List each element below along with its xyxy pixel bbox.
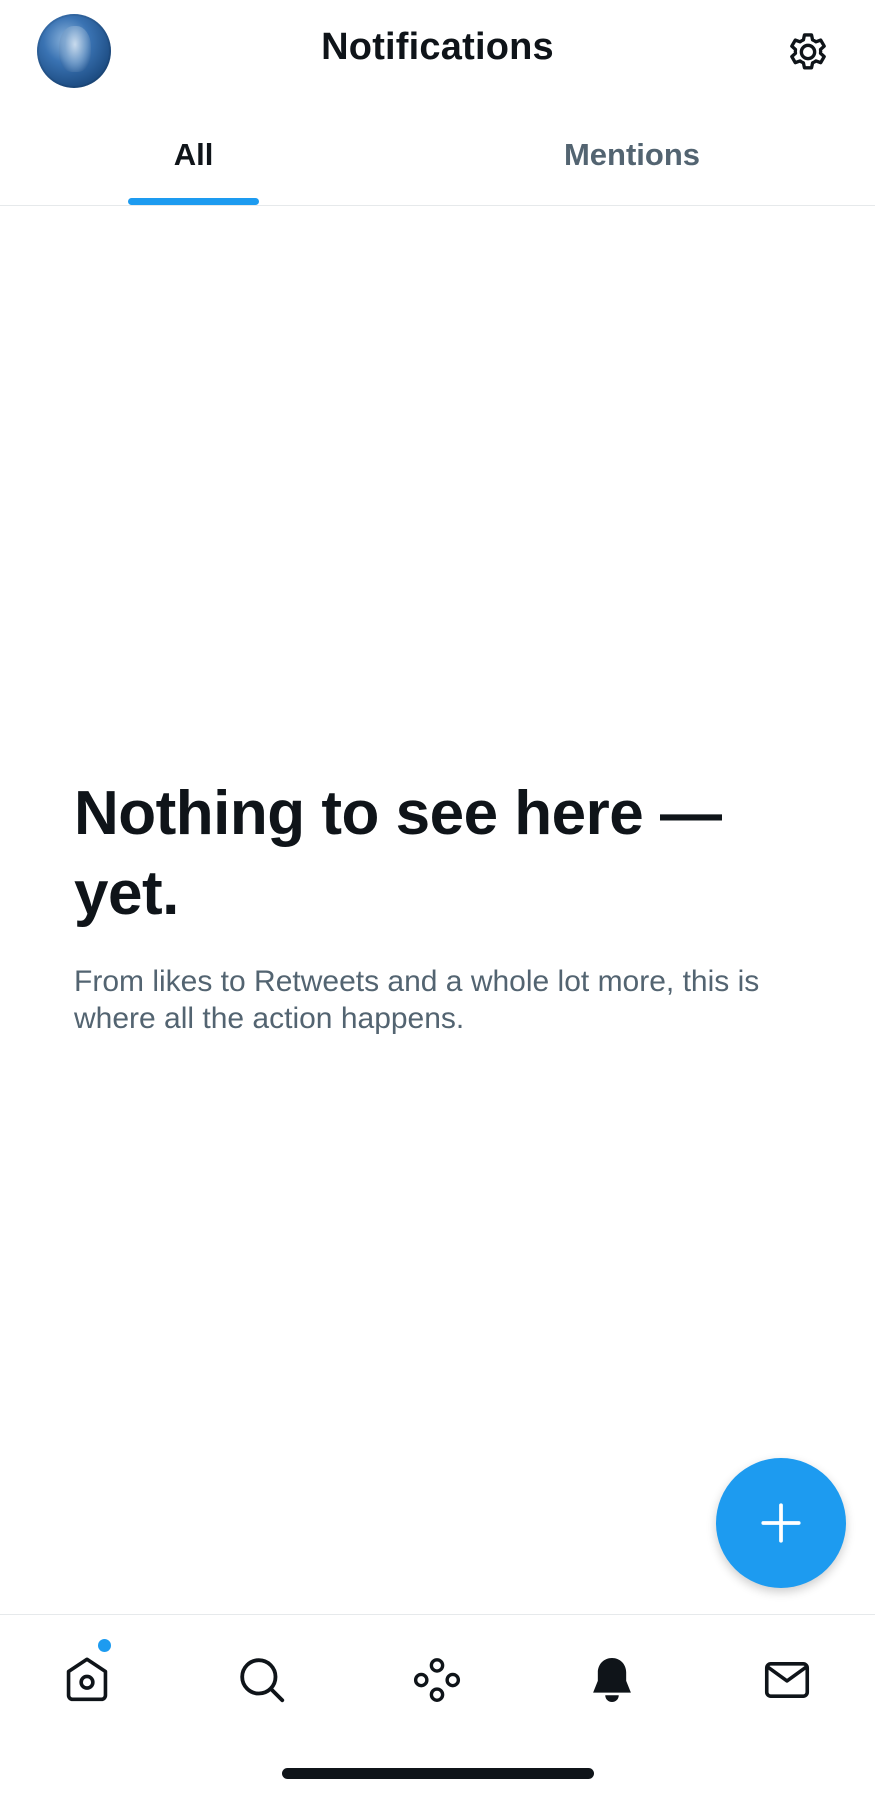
active-tab-indicator bbox=[128, 198, 259, 205]
empty-state-heading: Nothing to see here — yet. bbox=[74, 779, 722, 928]
nav-home[interactable] bbox=[52, 1645, 122, 1715]
search-icon bbox=[240, 1658, 285, 1703]
tab-mentions[interactable]: Mentions bbox=[437, 105, 827, 205]
plus-icon bbox=[761, 1503, 801, 1543]
compose-button[interactable] bbox=[716, 1458, 846, 1588]
bell-icon bbox=[593, 1657, 631, 1703]
mail-icon bbox=[764, 1662, 810, 1698]
page-title: Notifications bbox=[321, 26, 554, 68]
gear-icon bbox=[790, 33, 826, 70]
nav-notifications[interactable] bbox=[577, 1645, 647, 1715]
top-bar: Notifications bbox=[0, 0, 875, 105]
notification-dot bbox=[98, 1639, 111, 1652]
nav-search[interactable] bbox=[227, 1645, 297, 1715]
tab-bar: All Mentions bbox=[0, 105, 875, 206]
spaces-icon bbox=[413, 1658, 461, 1702]
nav-messages[interactable] bbox=[752, 1645, 822, 1715]
empty-state-description: From likes to Retweets and a whole lot m… bbox=[74, 965, 760, 1035]
nav-spaces[interactable] bbox=[402, 1645, 472, 1715]
settings-button[interactable] bbox=[780, 24, 836, 80]
tab-all[interactable]: All bbox=[0, 105, 387, 205]
home-icon bbox=[66, 1657, 108, 1702]
home-indicator bbox=[282, 1768, 594, 1779]
bottom-navigation bbox=[0, 1614, 875, 1735]
